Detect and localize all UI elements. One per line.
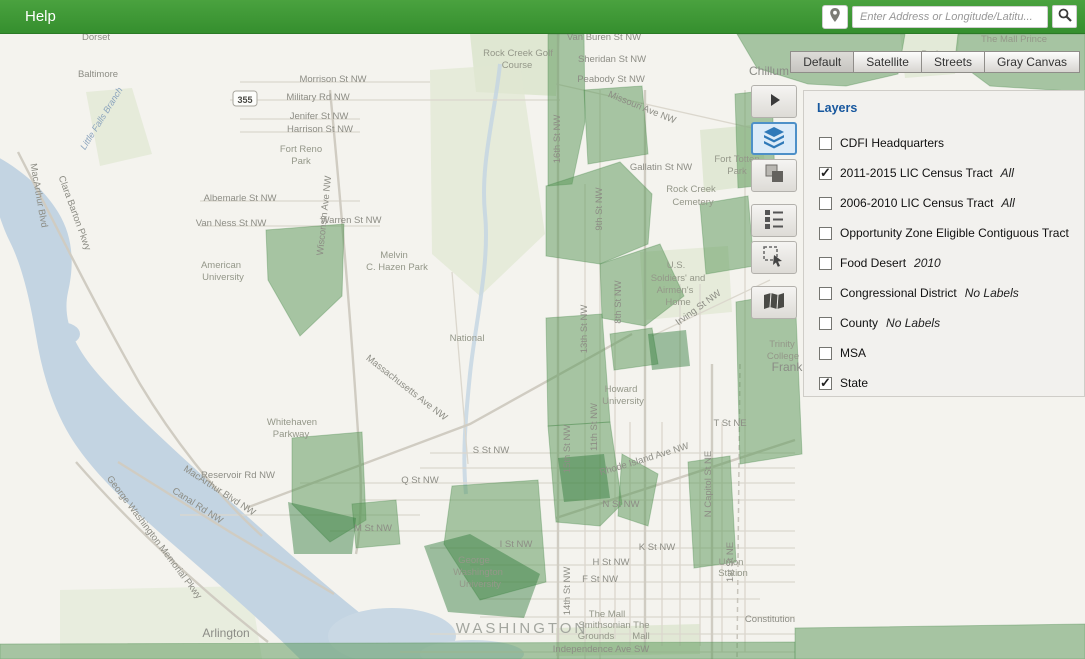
- legend-button[interactable]: [751, 204, 797, 237]
- layer-note: No Labels: [886, 316, 940, 330]
- search-area: [822, 5, 1077, 29]
- basemap-gray-canvas[interactable]: Gray Canvas: [984, 51, 1080, 73]
- basemap-satellite[interactable]: Satellite: [853, 51, 922, 73]
- layer-checkbox-food-desert[interactable]: [819, 257, 832, 270]
- layer-label: Opportunity Zone Eligible Contiguous Tra…: [840, 226, 1069, 240]
- layer-checkbox-lic-2011-2015[interactable]: [819, 167, 832, 180]
- layer-label: State: [840, 376, 868, 390]
- map-container: DorsetVan Buren St NWThe Mall PrincePark…: [0, 34, 1085, 659]
- layer-label: MSA: [840, 346, 866, 360]
- layer-checkbox-state[interactable]: [819, 377, 832, 390]
- select-button[interactable]: [751, 241, 797, 274]
- layer-row-state[interactable]: State: [819, 368, 1084, 398]
- layer-label: Congressional District: [840, 286, 957, 300]
- basemap-streets[interactable]: Streets: [921, 51, 985, 73]
- layer-label: Food Desert: [840, 256, 906, 270]
- layer-note: No Labels: [965, 286, 1019, 300]
- layer-row-food-desert[interactable]: Food Desert 2010: [819, 248, 1084, 278]
- layer-checkbox-opportunity-zone[interactable]: [819, 227, 832, 240]
- pushpin-icon: [827, 7, 843, 26]
- magnifier-icon: [1057, 7, 1073, 26]
- folded-map-icon: [762, 291, 786, 314]
- map-toolbar: [751, 85, 797, 323]
- collapse-panel-button[interactable]: [751, 85, 797, 118]
- swipe-button[interactable]: [751, 159, 797, 192]
- layer-row-lic-2006-2010[interactable]: 2006-2010 LIC Census Tract All: [819, 188, 1084, 218]
- app-header: Help: [0, 0, 1085, 34]
- layer-checkbox-congressional-district[interactable]: [819, 287, 832, 300]
- layer-row-lic-2011-2015[interactable]: 2011-2015 LIC Census Tract All: [819, 158, 1084, 188]
- search-input[interactable]: [852, 6, 1048, 28]
- search-button[interactable]: [1052, 5, 1077, 28]
- play-right-icon: [764, 90, 784, 113]
- select-marquee-icon: [762, 245, 786, 271]
- layer-checkbox-cdfi-headquarters[interactable]: [819, 137, 832, 150]
- layer-row-county[interactable]: County No Labels: [819, 308, 1084, 338]
- layer-label: 2006-2010 LIC Census Tract: [840, 196, 993, 210]
- layer-checkbox-county[interactable]: [819, 317, 832, 330]
- layers-panel-title: Layers: [817, 101, 1084, 115]
- layers-icon: [762, 126, 786, 152]
- layer-label: County: [840, 316, 878, 330]
- layer-row-congressional-district[interactable]: Congressional District No Labels: [819, 278, 1084, 308]
- basemap-default[interactable]: Default: [790, 51, 854, 73]
- layers-button[interactable]: [751, 122, 797, 155]
- locate-button[interactable]: [822, 5, 848, 29]
- layer-checkbox-msa[interactable]: [819, 347, 832, 360]
- layer-label: CDFI Headquarters: [840, 136, 944, 150]
- swipe-squares-icon: [763, 163, 786, 188]
- layer-row-msa[interactable]: MSA: [819, 338, 1084, 368]
- bookmarks-button[interactable]: [751, 286, 797, 319]
- legend-list-icon: [762, 208, 786, 234]
- layer-row-cdfi-headquarters[interactable]: CDFI Headquarters: [819, 128, 1084, 158]
- basemap-switcher: Default Satellite Streets Gray Canvas: [791, 51, 1080, 73]
- layer-row-opportunity-zone[interactable]: Opportunity Zone Eligible Contiguous Tra…: [819, 218, 1084, 248]
- layer-note: 2010: [914, 256, 941, 270]
- layer-label: 2011-2015 LIC Census Tract: [840, 166, 993, 180]
- layers-panel: Layers CDFI Headquarters 2011-2015 LIC C…: [803, 90, 1085, 397]
- layer-checkbox-lic-2006-2010[interactable]: [819, 197, 832, 210]
- help-menu[interactable]: Help: [25, 8, 56, 25]
- layer-note: All: [1001, 166, 1014, 180]
- layer-note: All: [1001, 196, 1014, 210]
